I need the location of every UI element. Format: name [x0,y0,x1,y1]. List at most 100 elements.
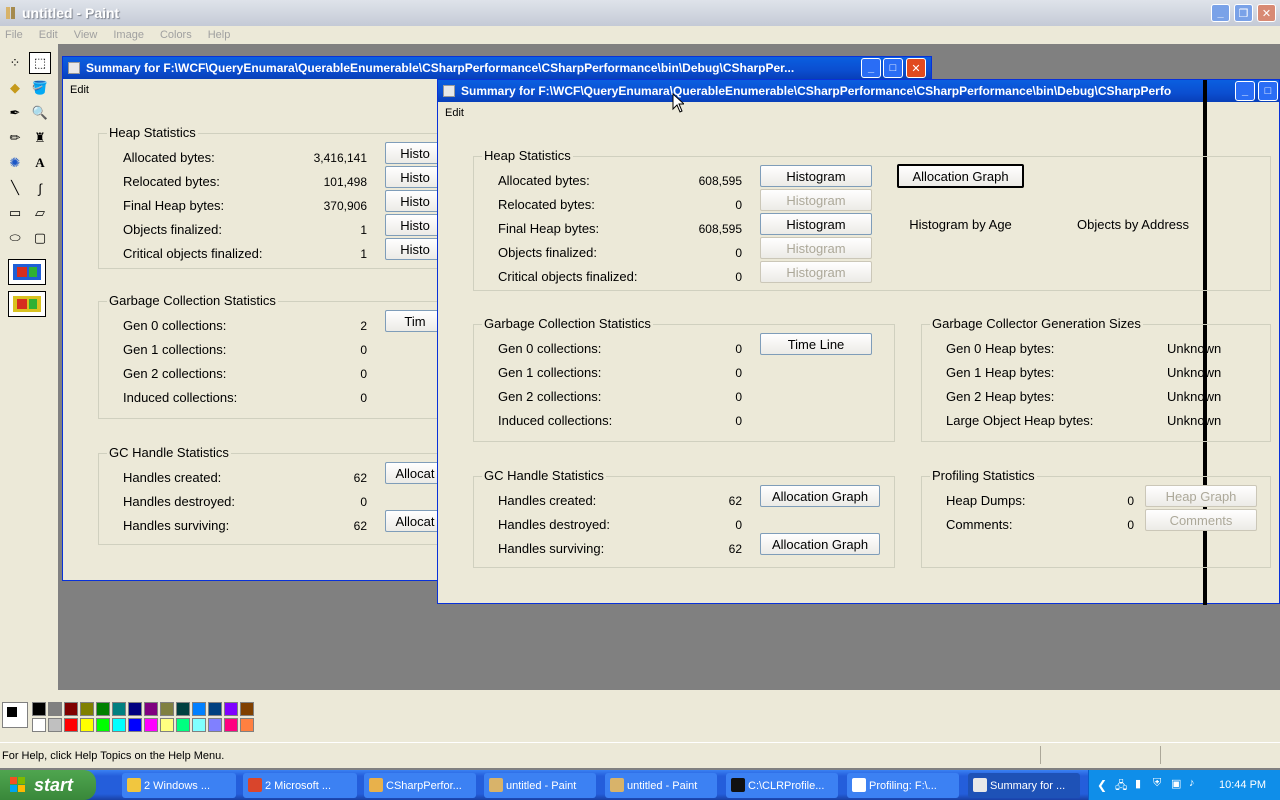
palette-swatch[interactable] [112,702,126,716]
pencil-icon[interactable]: ✏ [4,127,26,149]
minimize-button[interactable]: _ [861,58,881,78]
volume-icon[interactable]: ♪ [1189,777,1195,789]
allocation-graph-button[interactable]: Allocat [385,462,445,484]
brush-icon[interactable]: ♜ [29,127,51,149]
ellipse-icon[interactable]: ⬭ [4,227,26,249]
allocation-graph-button[interactable]: Allocation Graph [760,485,880,507]
window-titlebar[interactable]: Summary for F:\WCF\QueryEnumara\Querable… [438,80,1279,102]
airbrush-icon[interactable]: ✺ [4,152,26,174]
close-button[interactable]: ✕ [906,58,926,78]
histogram-button[interactable]: Histogram [760,165,872,187]
taskbar-item-windows[interactable]: 2 Windows ... [122,773,236,798]
palette-swatch[interactable] [192,702,206,716]
palette-swatch[interactable] [208,718,222,732]
histogram-button[interactable]: Histogram [760,237,872,259]
palette-swatch[interactable] [208,702,222,716]
palette-swatch[interactable] [80,718,94,732]
histogram-button[interactable]: Histogram [760,189,872,211]
maximize-button[interactable]: □ [883,58,903,78]
palette-swatch[interactable] [144,718,158,732]
tray-expand-icon[interactable]: ❮ [1097,778,1107,792]
rect-select-icon[interactable]: ⬚ [29,52,51,74]
palette-swatch[interactable] [192,718,206,732]
palette-swatch[interactable] [64,702,78,716]
rectangle-icon[interactable]: ▭ [4,202,26,224]
window-titlebar[interactable]: Summary for F:\WCF\QueryEnumara\Querable… [63,57,931,79]
fill-style-option-icon[interactable] [8,291,46,317]
palette-swatch[interactable] [160,718,174,732]
menu-file[interactable]: File [5,29,23,41]
taskbar-item-profiling[interactable]: Profiling: F:\... [847,773,959,798]
palette-swatch[interactable] [240,702,254,716]
palette-swatch[interactable] [32,718,46,732]
security-icon[interactable]: ⛨ [1153,777,1161,790]
menu-help[interactable]: Help [208,29,231,41]
histogram-button[interactable]: Histo [385,190,445,212]
palette-swatch[interactable] [160,702,174,716]
allocation-graph-button[interactable]: Allocation Graph [897,164,1024,188]
minimize-button[interactable]: _ [1211,4,1230,22]
objects-by-address-button[interactable]: Objects by Address [1065,213,1201,235]
menu-edit[interactable]: Edit [39,29,58,41]
current-colors[interactable] [2,702,28,728]
palette-swatch[interactable] [224,702,238,716]
rounded-rect-icon[interactable]: ▢ [29,227,51,249]
palette-swatch[interactable] [32,702,46,716]
taskbar-item-csharpperformance[interactable]: CSharpPerfor... [364,773,476,798]
palette-swatch[interactable] [128,718,142,732]
palette-swatch[interactable] [224,718,238,732]
histogram-button[interactable]: Histo [385,142,445,164]
histogram-button[interactable]: Histogram [760,213,872,235]
signal-icon[interactable]: ▮ [1135,777,1141,790]
network-icon[interactable]: 🖧 [1115,777,1127,796]
timeline-button[interactable]: Tim [385,310,445,332]
comments-button[interactable]: Comments [1145,509,1257,531]
allocation-graph-button[interactable]: Allocat [385,510,445,532]
menu-edit[interactable]: Edit [70,84,89,96]
timeline-button[interactable]: Time Line [760,333,872,355]
palette-swatch[interactable] [48,702,62,716]
menu-edit[interactable]: Edit [445,107,464,119]
histogram-button[interactable]: Histo [385,214,445,236]
maximize-button[interactable]: □ [1258,81,1278,101]
palette-swatch[interactable] [112,718,126,732]
taskbar-item-microsoft[interactable]: 2 Microsoft ... [243,773,357,798]
palette-swatch[interactable] [240,718,254,732]
close-button[interactable]: ✕ [1257,4,1276,22]
histogram-button[interactable]: Histogram [760,261,872,283]
palette-swatch[interactable] [64,718,78,732]
menu-view[interactable]: View [74,29,98,41]
taskbar-item-summary[interactable]: Summary for ... [968,773,1080,798]
line-icon[interactable]: ╲ [4,177,26,199]
allocation-graph-button[interactable]: Allocation Graph [760,533,880,555]
fill-style-option-icon[interactable] [8,259,46,285]
free-select-icon[interactable]: ⁘ [4,52,26,74]
palette-swatch[interactable] [176,718,190,732]
maximize-button[interactable]: ❐ [1234,4,1253,22]
histogram-by-age-button[interactable]: Histogram by Age [897,213,1024,235]
taskbar-item-paint-2[interactable]: untitled - Paint [605,773,717,798]
curve-icon[interactable]: ∫ [29,177,51,199]
palette-swatch[interactable] [80,702,94,716]
magnifier-icon[interactable]: 🔍 [29,102,51,124]
palette-swatch[interactable] [96,702,110,716]
text-icon[interactable]: A [29,152,51,174]
color-picker-icon[interactable]: ✒ [4,102,26,124]
heap-graph-button[interactable]: Heap Graph [1145,485,1257,507]
palette-swatch[interactable] [128,702,142,716]
eraser-icon[interactable]: ◆ [4,77,26,99]
histogram-button[interactable]: Histo [385,238,445,260]
menu-colors[interactable]: Colors [160,29,192,41]
palette-swatch[interactable] [176,702,190,716]
histogram-button[interactable]: Histo [385,166,445,188]
menu-image[interactable]: Image [113,29,144,41]
palette-swatch[interactable] [144,702,158,716]
fill-icon[interactable]: 🪣 [29,77,51,99]
start-button[interactable]: start [0,770,96,800]
palette-swatch[interactable] [48,718,62,732]
taskbar-item-clrprofiler[interactable]: C:\CLRProfile... [726,773,838,798]
polygon-icon[interactable]: ▱ [29,202,51,224]
palette-swatch[interactable] [96,718,110,732]
monitor-icon[interactable]: ▣ [1171,777,1181,790]
minimize-button[interactable]: _ [1235,81,1255,101]
